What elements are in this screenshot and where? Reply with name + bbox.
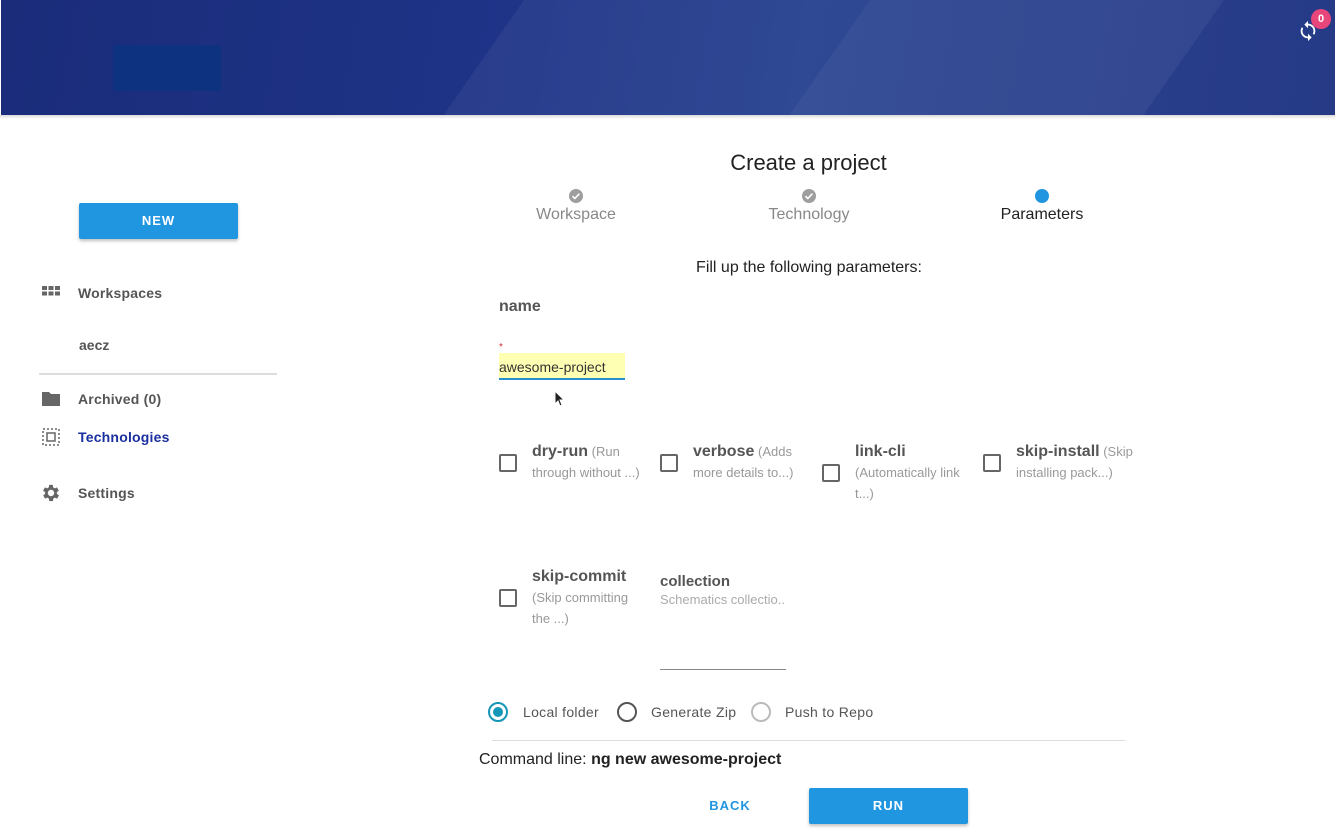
option-name: link-cli bbox=[855, 443, 906, 460]
page-title: Create a project bbox=[730, 150, 887, 175]
run-button[interactable]: RUN bbox=[809, 788, 968, 824]
new-button[interactable]: NEW bbox=[79, 203, 238, 239]
link-cli-checkbox[interactable] bbox=[822, 464, 840, 482]
back-button[interactable]: BACK bbox=[690, 788, 770, 824]
required-mark: * bbox=[499, 342, 503, 353]
skip-commit-option: skip-commit (Skip committing the ...) bbox=[532, 566, 647, 629]
check-icon bbox=[569, 189, 583, 203]
generate-zip-radio[interactable] bbox=[617, 702, 637, 722]
step-technology[interactable]: Technology bbox=[729, 189, 889, 224]
grid-icon bbox=[40, 282, 62, 304]
sidebar-item-label: Technologies bbox=[78, 429, 170, 445]
command-line: Command line: ng new awesome-project bbox=[479, 751, 781, 769]
step-parameters[interactable]: Parameters bbox=[962, 189, 1122, 224]
sidebar-item-archived[interactable]: Archived (0) bbox=[40, 388, 161, 410]
sidebar-item-technologies[interactable]: Technologies bbox=[40, 426, 170, 448]
radio-label: Generate Zip bbox=[651, 704, 737, 720]
step-label: Technology bbox=[768, 206, 850, 223]
notification-badge: 0 bbox=[1311, 9, 1331, 29]
name-label: name bbox=[499, 298, 541, 315]
sidebar-item-label: Archived (0) bbox=[78, 391, 162, 407]
sidebar-item-workspace-aecz[interactable]: aecz bbox=[79, 337, 109, 353]
gear-icon bbox=[40, 482, 62, 504]
check-icon bbox=[802, 189, 816, 203]
section-divider bbox=[492, 740, 1125, 741]
header-shadow bbox=[0, 115, 1335, 119]
active-step-dot bbox=[1035, 189, 1049, 203]
option-name: skip-commit bbox=[532, 568, 627, 585]
verbose-option: verbose (Adds more details to...) bbox=[693, 441, 811, 483]
sidebar-divider bbox=[39, 373, 277, 375]
folder-icon bbox=[40, 388, 62, 410]
sidebar-item-workspaces[interactable]: Workspaces bbox=[40, 282, 162, 304]
skip-commit-checkbox[interactable] bbox=[499, 589, 517, 607]
select-all-icon bbox=[40, 426, 62, 448]
radio-label: Local folder bbox=[523, 704, 599, 720]
form-subtitle: Fill up the following parameters: bbox=[696, 259, 922, 276]
dry-run-checkbox[interactable] bbox=[499, 454, 517, 472]
link-cli-option: link-cli (Automatically link t...) bbox=[855, 441, 980, 504]
step-workspace[interactable]: Workspace bbox=[496, 189, 656, 224]
command-line-value: ng new awesome-project bbox=[591, 751, 782, 768]
skip-install-option: skip-install (Skip installing pack...) bbox=[1016, 441, 1144, 483]
verbose-checkbox[interactable] bbox=[660, 454, 678, 472]
push-to-repo-radio[interactable] bbox=[751, 702, 771, 722]
option-desc: (Automatically link t...) bbox=[855, 465, 960, 501]
mouse-cursor-icon bbox=[554, 389, 566, 413]
step-label: Parameters bbox=[1000, 206, 1084, 223]
skip-install-checkbox[interactable] bbox=[983, 454, 1001, 472]
step-label: Workspace bbox=[536, 206, 616, 223]
option-name: skip-install bbox=[1016, 443, 1100, 460]
sidebar-item-settings[interactable]: Settings bbox=[40, 482, 135, 504]
radio-label: Push to Repo bbox=[785, 704, 874, 720]
command-line-label: Command line: bbox=[479, 751, 587, 768]
app-logo[interactable] bbox=[113, 45, 221, 91]
sidebar-item-label: Settings bbox=[78, 485, 135, 501]
dry-run-option: dry-run (Run through without ...) bbox=[532, 441, 662, 483]
collection-label: collection bbox=[660, 573, 731, 590]
option-desc: (Skip committing the ...) bbox=[532, 590, 629, 626]
name-input[interactable] bbox=[499, 353, 625, 380]
local-folder-radio[interactable] bbox=[488, 702, 508, 722]
option-name: verbose bbox=[693, 443, 755, 460]
collection-input[interactable] bbox=[660, 591, 786, 670]
option-name: dry-run bbox=[532, 443, 588, 460]
sidebar-item-label: Workspaces bbox=[78, 285, 163, 301]
